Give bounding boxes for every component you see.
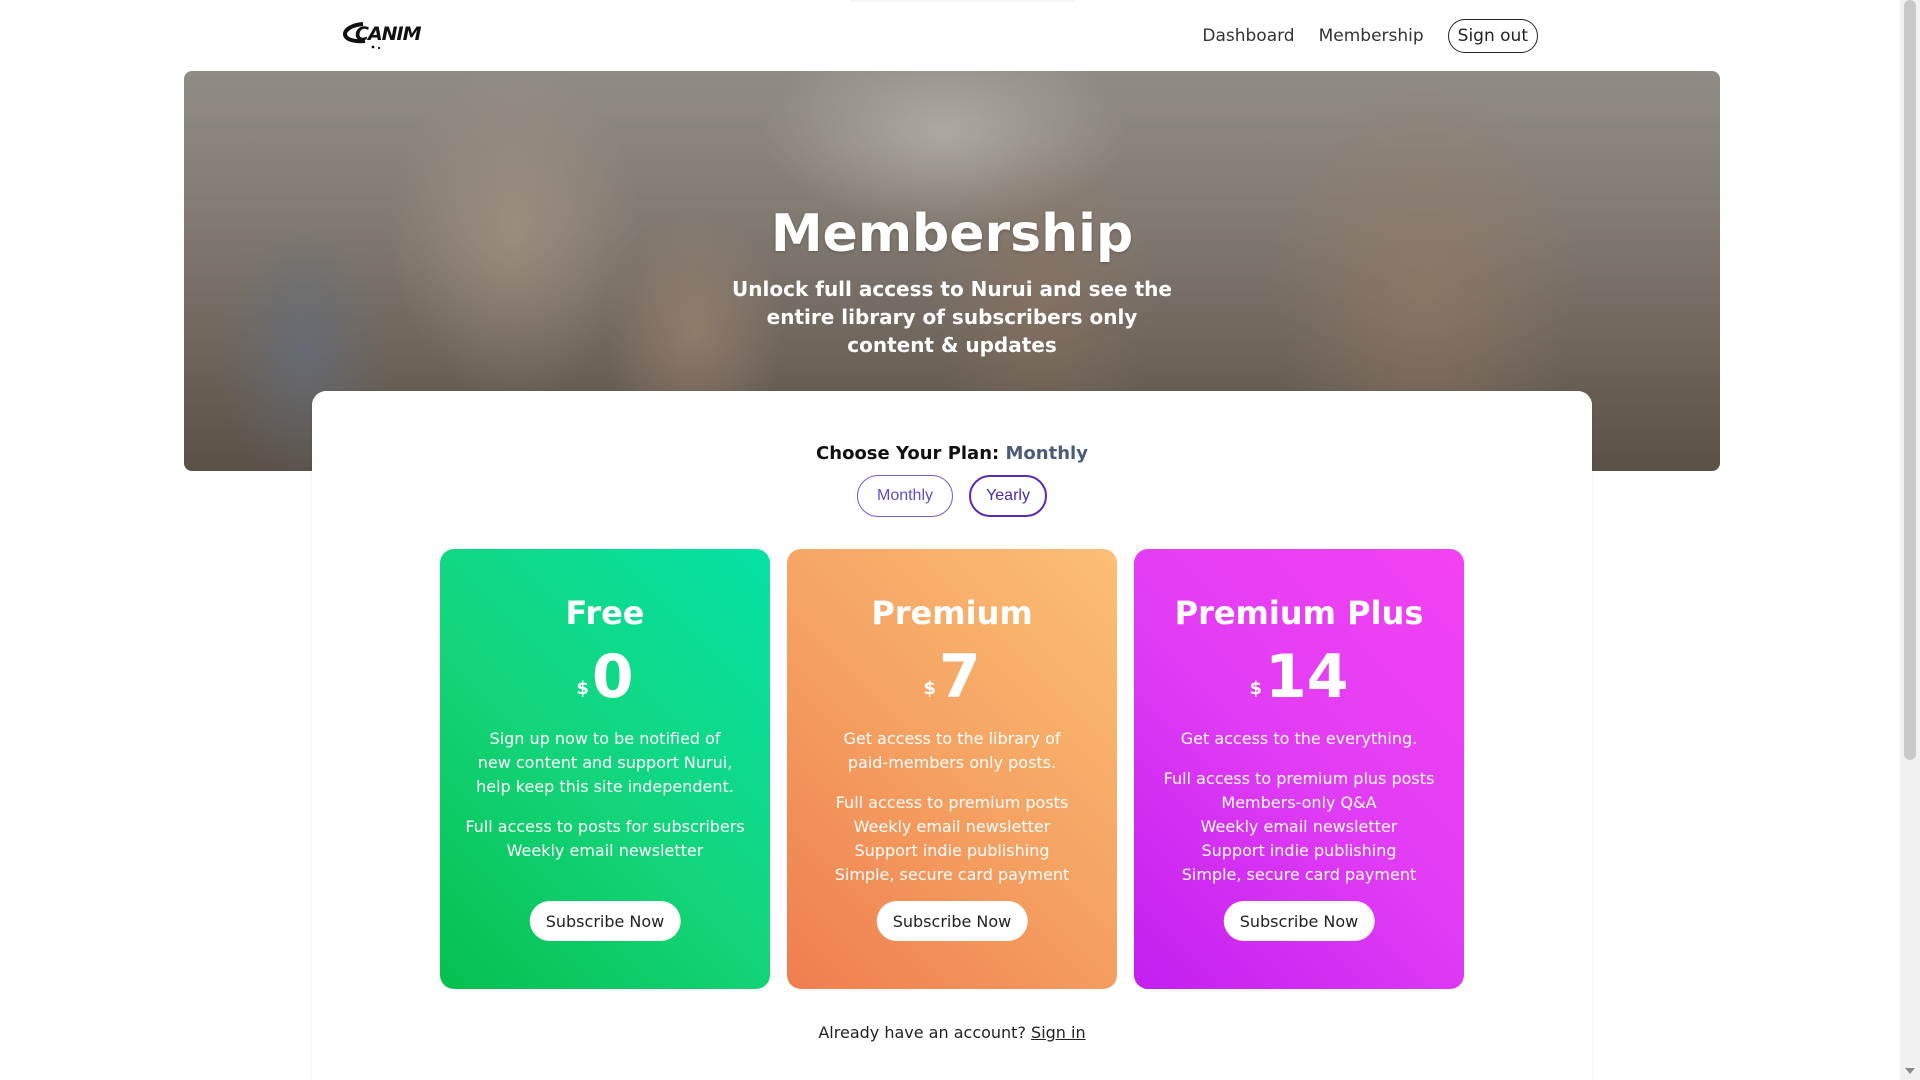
hero-title: Membership	[770, 204, 1134, 264]
tier-feature: Simple, secure card payment	[834, 865, 1070, 884]
tier-name: Premium	[871, 594, 1033, 632]
price-amount: 14	[1265, 642, 1349, 712]
page: CANIM Dashboard Membership Sign out Memb…	[0, 0, 1920, 1080]
tier-price: $ 14	[1134, 645, 1464, 709]
tier-feature: Weekly email newsletter	[1200, 817, 1398, 836]
currency-symbol: $	[923, 678, 936, 699]
tier-feature: Weekly email newsletter	[853, 817, 1051, 836]
tier-feature: Support indie publishing	[1201, 841, 1397, 860]
subscribe-premium-button[interactable]: Subscribe Now	[876, 901, 1028, 941]
tier-feature: Full access to premium plus posts	[1163, 769, 1435, 788]
account-prompt: Already have an account? Sign in	[312, 1023, 1592, 1042]
currency-symbol: $	[1249, 678, 1263, 699]
price-amount: 0	[591, 642, 634, 712]
main-nav: Dashboard Membership Sign out	[1202, 18, 1538, 54]
subscribe-premium-plus-button[interactable]: Subscribe Now	[1223, 901, 1375, 941]
tier-card-premium: Premium $ 7 Get access to the library of…	[787, 549, 1117, 989]
canim-logo-icon: CANIM	[342, 22, 423, 50]
billing-toggle-group: Monthly Yearly	[312, 475, 1592, 517]
tier-description: Sign up now to be notified of new conten…	[476, 729, 734, 796]
tier-feature: Support indie publishing	[854, 841, 1050, 860]
tier-feature: Members-only Q&A	[1221, 793, 1377, 812]
tier-feature: Weekly email newsletter	[506, 841, 704, 860]
nav-membership-link[interactable]: Membership	[1319, 26, 1424, 46]
tier-feature: Simple, secure card payment	[1181, 865, 1417, 884]
account-prompt-text: Already have an account?	[818, 1023, 1026, 1042]
tier-card-premium-plus: Premium Plus $ 14 Get access to the ever…	[1134, 549, 1464, 989]
tier-price: $ 7	[787, 645, 1117, 709]
sign-out-button[interactable]: Sign out	[1447, 19, 1538, 53]
tier-price: $ 0	[440, 645, 770, 709]
tier-name: Premium Plus	[1174, 594, 1424, 632]
scroll-down-arrow-icon[interactable]	[1905, 1068, 1915, 1074]
site-logo[interactable]: CANIM	[342, 18, 455, 52]
plan-heading: Choose Your Plan: Monthly	[312, 443, 1592, 464]
pricing-card: Choose Your Plan: Monthly Monthly Yearly…	[312, 391, 1592, 1080]
sign-in-link[interactable]: Sign in	[1031, 1023, 1086, 1042]
tier-feature: Full access to posts for subscribers	[465, 817, 745, 836]
tier-card-free: Free $ 0 Sign up now to be notified of n…	[440, 549, 770, 989]
yearly-toggle-button[interactable]: Yearly	[969, 475, 1047, 517]
tier-feature: Full access to premium posts	[835, 793, 1069, 812]
scrollbar-thumb[interactable]	[1904, 0, 1916, 760]
tier-description: Get access to the everything.	[1180, 729, 1418, 748]
tier-feature-list: Full access to posts for subscribers Wee…	[460, 815, 750, 863]
tier-description: Get access to the library of paid-member…	[843, 729, 1061, 772]
tier-name: Free	[565, 594, 645, 632]
price-amount: 7	[938, 642, 981, 712]
subscribe-free-button[interactable]: Subscribe Now	[529, 901, 681, 941]
currency-symbol: $	[576, 678, 589, 699]
tier-feature-list: Full access to premium posts Weekly emai…	[807, 791, 1097, 887]
nav-dashboard-link[interactable]: Dashboard	[1202, 26, 1294, 46]
hero-subtitle: Unlock full access to Nurui and see the …	[732, 277, 1172, 357]
selected-plan-text: Monthly	[1005, 443, 1088, 464]
monthly-toggle-button[interactable]: Monthly	[857, 475, 953, 517]
page-scrollbar[interactable]	[1900, 0, 1920, 1080]
tier-feature-list: Full access to premium plus posts Member…	[1154, 767, 1444, 887]
plan-heading-label: Choose Your Plan:	[816, 443, 1000, 464]
site-header: CANIM Dashboard Membership Sign out	[0, 0, 1900, 71]
svg-text:CANIM: CANIM	[355, 23, 422, 45]
